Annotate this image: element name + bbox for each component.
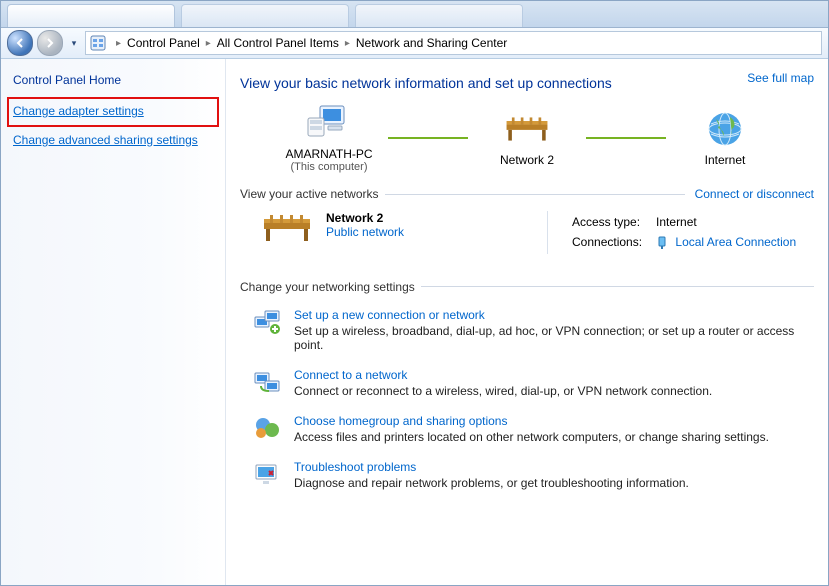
section-title: Change your networking settings	[240, 280, 415, 294]
troubleshoot-item[interactable]: Troubleshoot problems Diagnose and repai…	[240, 452, 814, 498]
item-desc: Diagnose and repair network problems, or…	[294, 476, 689, 490]
network-map: AMARNATH-PC (This computer) Network 2 In…	[270, 103, 784, 173]
map-node-network[interactable]: Network 2	[468, 109, 586, 167]
browser-tab[interactable]	[181, 4, 349, 27]
homegroup-icon	[252, 414, 282, 442]
setup-connection-icon	[252, 308, 282, 336]
chevron-right-icon: ▸	[112, 38, 125, 49]
main-panel: See full map View your basic network inf…	[226, 59, 828, 585]
change-adapter-link[interactable]: Change adapter settings	[13, 104, 213, 120]
setup-connection-item[interactable]: Set up a new connection or network Set u…	[240, 300, 814, 360]
bench-icon	[503, 109, 551, 149]
browser-tab[interactable]	[355, 4, 523, 27]
sidebar: Control Panel Home Change adapter settin…	[1, 59, 226, 585]
see-full-map-link[interactable]: See full map	[747, 71, 814, 85]
item-desc: Access files and printers located on oth…	[294, 430, 769, 444]
section-networking-settings: Change your networking settings	[240, 280, 814, 294]
settings-list: Set up a new connection or network Set u…	[240, 300, 814, 498]
ethernet-icon	[656, 236, 668, 250]
item-desc: Set up a wireless, broadband, dial-up, a…	[294, 324, 814, 352]
connection-details: Access type: Internet Connections: Local…	[564, 211, 804, 254]
connection-link[interactable]: Local Area Connection	[675, 235, 796, 249]
forward-button[interactable]	[37, 30, 63, 56]
map-node-internet[interactable]: Internet	[666, 109, 784, 167]
chevron-right-icon: ▸	[202, 38, 215, 49]
item-desc: Connect or reconnect to a wireless, wire…	[294, 384, 712, 398]
control-panel-icon	[90, 35, 106, 51]
breadcrumb-item[interactable]: Control Panel	[127, 36, 200, 50]
map-edge	[586, 132, 666, 144]
connect-network-icon	[252, 368, 282, 396]
access-type-label: Access type:	[566, 213, 648, 231]
map-node-pc[interactable]: AMARNATH-PC (This computer)	[270, 103, 388, 173]
content-area: Control Panel Home Change adapter settin…	[1, 59, 828, 585]
globe-icon	[701, 109, 749, 149]
browser-tab[interactable]	[7, 4, 175, 27]
access-type-value: Internet	[650, 213, 802, 231]
item-title: Set up a new connection or network	[294, 308, 814, 322]
active-network-row: Network 2 Public network Access type: In…	[240, 207, 814, 266]
network-type-link[interactable]: Public network	[326, 225, 404, 239]
breadcrumb[interactable]: ▸ Control Panel ▸ All Control Panel Item…	[85, 31, 822, 55]
active-network-name: Network 2	[326, 211, 404, 225]
divider	[421, 286, 814, 287]
nav-history-dropdown[interactable]: ▾	[67, 36, 81, 50]
map-node-label: AMARNATH-PC	[285, 147, 372, 161]
item-title: Troubleshoot problems	[294, 460, 689, 474]
section-title: View your active networks	[240, 187, 379, 201]
window: ▾ ▸ Control Panel ▸ All Control Panel It…	[0, 0, 829, 586]
item-title: Connect to a network	[294, 368, 712, 382]
troubleshoot-icon	[252, 460, 282, 488]
breadcrumb-item[interactable]: Network and Sharing Center	[356, 36, 507, 50]
sidebar-home-link[interactable]: Control Panel Home	[13, 73, 213, 87]
item-title: Choose homegroup and sharing options	[294, 414, 769, 428]
map-edge	[388, 132, 468, 144]
browser-tabstrip	[1, 1, 828, 28]
homegroup-item[interactable]: Choose homegroup and sharing options Acc…	[240, 406, 814, 452]
map-node-label: Internet	[705, 153, 746, 167]
address-bar: ▾ ▸ Control Panel ▸ All Control Panel It…	[1, 28, 828, 59]
page-heading: View your basic network information and …	[240, 75, 814, 91]
connect-disconnect-link[interactable]: Connect or disconnect	[695, 187, 814, 201]
map-node-sublabel: (This computer)	[290, 161, 367, 173]
breadcrumb-item[interactable]: All Control Panel Items	[217, 36, 339, 50]
computer-icon	[305, 103, 353, 143]
back-button[interactable]	[7, 30, 33, 56]
bench-icon	[260, 211, 314, 245]
chevron-right-icon: ▸	[341, 38, 354, 49]
divider	[385, 194, 685, 195]
section-active-networks: View your active networks Connect or dis…	[240, 187, 814, 201]
connections-label: Connections:	[566, 233, 648, 252]
connect-network-item[interactable]: Connect to a network Connect or reconnec…	[240, 360, 814, 406]
advanced-sharing-link[interactable]: Change advanced sharing settings	[13, 133, 213, 149]
highlighted-box: Change adapter settings	[7, 97, 219, 127]
map-node-label: Network 2	[500, 153, 554, 167]
